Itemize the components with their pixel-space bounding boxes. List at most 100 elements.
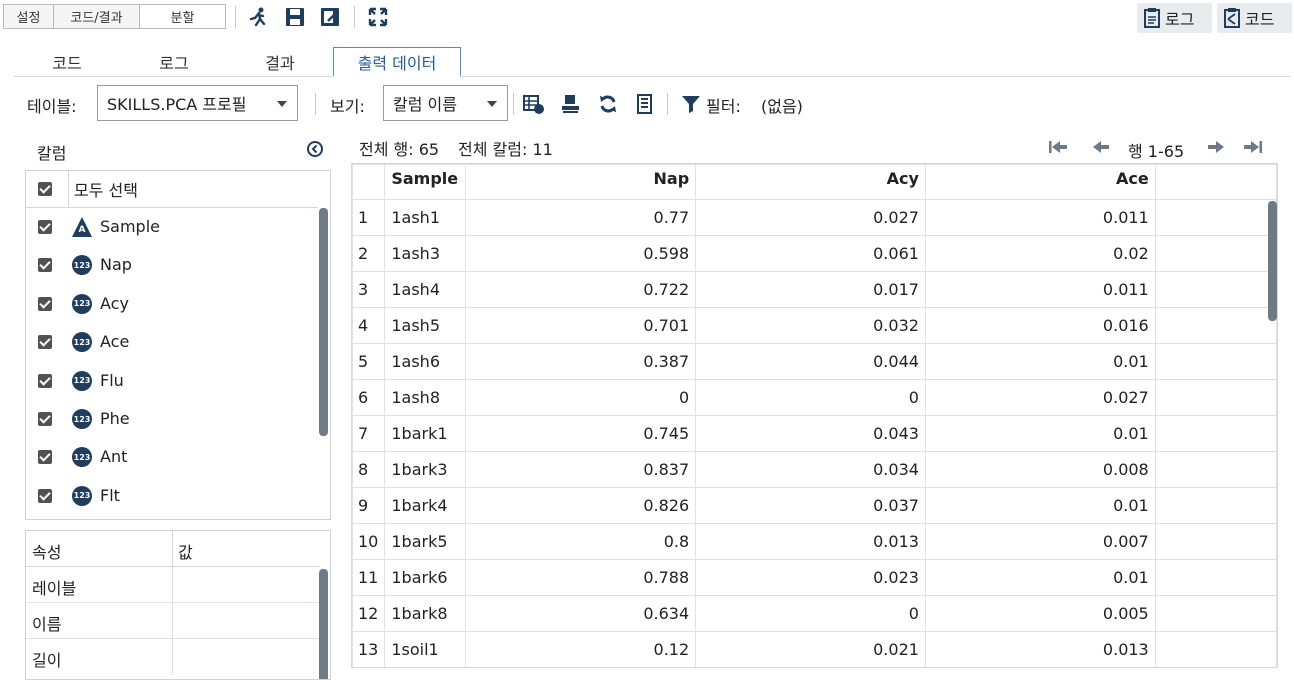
tab-log[interactable]: 로그	[137, 47, 211, 77]
acy-cell: 0.013	[695, 523, 926, 560]
code-button-label: 코드	[1245, 10, 1275, 29]
nap-cell: 0.745	[465, 415, 697, 452]
total-columns: 전체 칼럼: 11	[458, 140, 553, 159]
download-data-icon[interactable]	[560, 93, 582, 115]
column-name: Sample	[100, 217, 160, 236]
first-page-icon[interactable]	[1048, 139, 1068, 155]
empty-cell	[1154, 451, 1277, 488]
columns-scrollbar[interactable]	[319, 208, 328, 436]
select-all-row[interactable]: 모두 선택	[26, 171, 318, 208]
table-row[interactable]: 13 1soil1 0.12 0.021 0.013	[352, 631, 1277, 667]
table-row[interactable]: 8 1bark3 0.837 0.034 0.008	[352, 451, 1277, 488]
column-header-ace[interactable]: Ace	[924, 164, 1156, 200]
tab-results[interactable]: 결과	[243, 47, 317, 77]
column-item[interactable]: 123 Flt	[26, 477, 318, 515]
ace-cell: 0.011	[924, 199, 1156, 236]
acy-cell: 0.032	[695, 307, 926, 344]
column-item[interactable]: A Sample	[26, 208, 318, 246]
last-page-icon[interactable]	[1243, 139, 1263, 155]
refresh-icon[interactable]	[597, 93, 619, 115]
table-row[interactable]: 10 1bark5 0.8 0.013 0.007	[352, 523, 1277, 560]
collapse-panel-icon[interactable]	[306, 140, 324, 158]
table-row[interactable]: 5 1ash6 0.387 0.044 0.01	[352, 343, 1277, 380]
table-row[interactable]: 2 1ash3 0.598 0.061 0.02	[352, 235, 1277, 272]
nap-cell: 0	[465, 379, 697, 416]
acy-cell: 0	[695, 379, 926, 416]
ace-cell: 0.01	[924, 487, 1156, 524]
log-button-label: 로그	[1165, 10, 1195, 29]
table-row[interactable]: 9 1bark4 0.826 0.037 0.01	[352, 487, 1277, 524]
empty-cell	[1154, 415, 1277, 452]
column-item[interactable]: 123 Acy	[26, 285, 318, 323]
property-name: 이름	[32, 615, 62, 634]
column-item[interactable]: 123 Ace	[26, 323, 318, 361]
properties-scrollbar[interactable]	[319, 569, 328, 679]
column-checkbox[interactable]	[38, 335, 52, 350]
table-properties-icon[interactable]	[523, 93, 545, 115]
table-select-value: SKILLS.PCA 프로필	[107, 95, 247, 114]
column-checkbox[interactable]	[38, 488, 52, 503]
view-select-value: 칼럼 이름	[393, 95, 457, 114]
table-row[interactable]: 7 1bark1 0.745 0.043 0.01	[352, 415, 1277, 452]
grid-scrollbar[interactable]	[1268, 201, 1277, 321]
property-row: 이름	[26, 603, 320, 639]
properties-header: 속성 값	[26, 531, 320, 567]
numeric-type-icon: 123	[72, 332, 92, 353]
table-row[interactable]: 12 1bark8 0.634 0 0.005	[352, 595, 1277, 632]
value-header: 값	[178, 543, 193, 562]
save-as-icon[interactable]	[319, 6, 341, 28]
total-rows: 전체 행: 65	[359, 140, 440, 159]
maximize-icon[interactable]	[367, 6, 389, 28]
table-row[interactable]: 1 1ash1 0.77 0.027 0.011	[352, 199, 1277, 236]
sample-cell: 1ash8	[384, 379, 467, 416]
column-checkbox[interactable]	[38, 450, 52, 465]
column-header-acy[interactable]: Acy	[695, 164, 926, 200]
run-icon[interactable]	[247, 6, 269, 28]
tab-code[interactable]: 코드	[30, 47, 104, 77]
nap-cell: 0.826	[465, 487, 697, 524]
table-row[interactable]: 6 1ash8 0 0 0.027	[352, 379, 1277, 416]
column-checkbox[interactable]	[38, 220, 52, 234]
column-item[interactable]: 123 Ant	[26, 438, 318, 476]
ace-cell: 0.013	[924, 631, 1156, 667]
column-list-icon[interactable]	[634, 93, 656, 115]
column-item[interactable]: 123 Flu	[26, 362, 318, 400]
next-page-icon[interactable]	[1207, 139, 1225, 155]
character-type-icon: A	[72, 217, 92, 237]
column-checkbox[interactable]	[38, 296, 52, 311]
filter-value: (없음)	[761, 97, 803, 116]
ace-cell: 0.01	[924, 415, 1156, 452]
save-icon[interactable]	[284, 6, 306, 28]
row-number-cell: 8	[352, 451, 386, 488]
sample-cell: 1bark3	[384, 451, 467, 488]
column-name: Ace	[100, 332, 130, 352]
tab-output-data[interactable]: 출력 데이터	[333, 47, 461, 77]
row-number-cell: 3	[352, 271, 386, 308]
segment-settings[interactable]: 설정	[4, 5, 54, 28]
data-grid: Sample Nap Acy Ace 1 1ash1 0.77 0.027 0.011 2…	[351, 163, 1278, 668]
segment-code-results[interactable]: 코드/결과	[54, 5, 140, 28]
segment-split[interactable]: 분할	[140, 5, 225, 28]
ace-cell: 0.007	[924, 523, 1156, 560]
column-header-nap[interactable]: Nap	[465, 164, 697, 200]
table-row[interactable]: 3 1ash4 0.722 0.017 0.011	[352, 271, 1277, 308]
log-button[interactable]: 로그	[1137, 3, 1212, 33]
table-row[interactable]: 4 1ash5 0.701 0.032 0.016	[352, 307, 1277, 344]
column-checkbox[interactable]	[38, 373, 52, 388]
column-item[interactable]: 123 Phe	[26, 400, 318, 438]
ace-cell: 0.02	[924, 235, 1156, 272]
column-checkbox[interactable]	[38, 258, 52, 273]
column-name: Acy	[100, 293, 129, 313]
select-all-checkbox[interactable]	[38, 182, 52, 196]
code-button[interactable]: 코드	[1217, 3, 1292, 33]
filter-icon[interactable]	[680, 93, 702, 115]
column-item[interactable]: 123 Nap	[26, 246, 318, 284]
column-name: Flt	[100, 485, 120, 505]
column-header-sample[interactable]: Sample	[384, 164, 467, 200]
column-checkbox[interactable]	[38, 412, 52, 426]
previous-page-icon[interactable]	[1092, 139, 1110, 155]
view-select[interactable]: 칼럼 이름	[383, 85, 508, 121]
empty-cell	[1154, 595, 1277, 632]
table-row[interactable]: 11 1bark6 0.788 0.023 0.01	[352, 559, 1277, 596]
table-select[interactable]: SKILLS.PCA 프로필	[97, 85, 298, 121]
